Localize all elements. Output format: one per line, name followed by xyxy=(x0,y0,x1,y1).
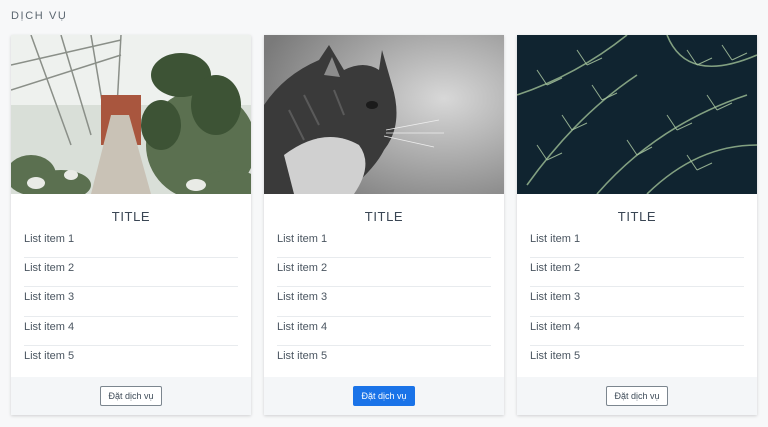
card-title: TITLE xyxy=(111,209,151,224)
cat-image xyxy=(264,35,504,194)
list-item: List item 3 xyxy=(530,287,744,317)
book-service-button[interactable]: Đặt dịch vụ xyxy=(100,386,162,406)
book-service-button[interactable]: Đặt dịch vụ xyxy=(606,386,668,406)
list-item: List item 2 xyxy=(530,258,744,288)
list-item: List item 3 xyxy=(277,287,491,317)
list-item: List item 1 xyxy=(530,229,744,259)
card-list: List item 1 List item 2 List item 3 List… xyxy=(530,229,744,375)
card-title: TITLE xyxy=(364,209,404,224)
list-item: List item 5 xyxy=(277,349,328,362)
card-footer: Đặt dịch vụ xyxy=(264,377,504,415)
list-item: List item 1 xyxy=(24,229,238,259)
service-cards: TITLE List item 1 List item 2 List item … xyxy=(11,35,757,415)
greenhouse-image xyxy=(11,35,251,194)
card-footer: Đặt dịch vụ xyxy=(11,377,251,415)
service-card: TITLE List item 1 List item 2 List item … xyxy=(11,35,251,415)
list-item: List item 4 xyxy=(530,317,744,346)
book-service-button[interactable]: Đặt dịch vụ xyxy=(353,386,415,406)
card-list: List item 1 List item 2 List item 3 List… xyxy=(24,229,238,375)
list-item: List item 2 xyxy=(277,258,491,288)
list-item: List item 4 xyxy=(24,317,238,346)
card-footer: Đặt dịch vụ xyxy=(517,377,757,415)
list-item: List item 5 xyxy=(530,349,581,362)
fern-image xyxy=(517,35,757,194)
card-list: List item 1 List item 2 List item 3 List… xyxy=(277,229,491,375)
service-card: TITLE List item 1 List item 2 List item … xyxy=(517,35,757,415)
section-title: DỊCH VỤ xyxy=(11,10,68,22)
card-title: TITLE xyxy=(617,209,657,224)
list-item: List item 4 xyxy=(277,317,491,346)
list-item: List item 1 xyxy=(277,229,491,259)
list-item: List item 5 xyxy=(24,349,75,362)
list-item: List item 3 xyxy=(24,287,238,317)
list-item: List item 2 xyxy=(24,258,238,288)
service-card: TITLE List item 1 List item 2 List item … xyxy=(264,35,504,415)
